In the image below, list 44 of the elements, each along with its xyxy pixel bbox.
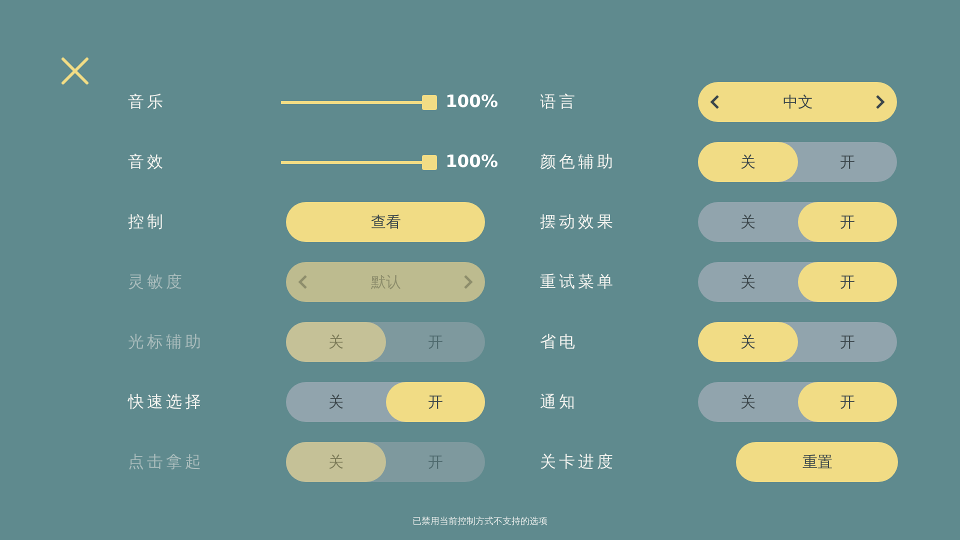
- volume-slider[interactable]: [281, 93, 438, 111]
- volume-slider[interactable]: [281, 153, 438, 171]
- volume-reading: 100%: [445, 152, 498, 172]
- setting-label: 摆动效果: [540, 212, 617, 232]
- setting-label: 音乐: [128, 92, 167, 112]
- off-option[interactable]: 关: [698, 262, 798, 302]
- on-option[interactable]: 开: [798, 262, 898, 302]
- setting-label: 光标辅助: [128, 332, 205, 352]
- option-selector[interactable]: 中文: [698, 82, 898, 122]
- on-off-toggle[interactable]: 关 开: [286, 382, 486, 422]
- left-chevron-icon[interactable]: [710, 94, 720, 110]
- setting-label: 灵敏度: [128, 272, 186, 292]
- footer-note: 已禁用当前控制方式不支持的选项: [412, 516, 548, 529]
- off-option[interactable]: 关: [698, 202, 798, 242]
- setting-label: 通知: [540, 392, 579, 412]
- setting-label: 音效: [128, 152, 167, 172]
- setting-label: 快速选择: [128, 392, 205, 412]
- on-off-toggle[interactable]: 关 开: [698, 322, 898, 362]
- selector-value: 中文: [782, 92, 813, 112]
- setting-label: 颜色辅助: [540, 152, 617, 172]
- off-option[interactable]: 关: [286, 382, 386, 422]
- volume-reading: 100%: [445, 92, 498, 112]
- off-option[interactable]: 关: [698, 142, 798, 182]
- on-off-toggle[interactable]: 关 开: [698, 142, 898, 182]
- setting-label: 省电: [540, 332, 579, 352]
- setting-label: 重试菜单: [540, 272, 617, 292]
- setting-label: 点击拿起: [128, 452, 205, 472]
- on-option[interactable]: 开: [386, 382, 486, 422]
- setting-label: 控制: [128, 212, 167, 232]
- on-option[interactable]: 开: [798, 382, 898, 422]
- on-off-toggle[interactable]: 关 开: [698, 262, 898, 302]
- on-option[interactable]: 开: [798, 322, 898, 362]
- setting-label: 语言: [540, 92, 579, 112]
- on-option[interactable]: 开: [798, 202, 898, 242]
- action-button[interactable]: 查看: [286, 202, 486, 242]
- on-option[interactable]: 开: [798, 142, 898, 182]
- off-option[interactable]: 关: [698, 322, 798, 362]
- close-icon[interactable]: [61, 57, 89, 85]
- on-off-toggle[interactable]: 关 开: [698, 202, 898, 242]
- on-off-toggle[interactable]: 关 开: [698, 382, 898, 422]
- off-option[interactable]: 关: [698, 382, 798, 422]
- setting-label: 关卡进度: [540, 452, 617, 472]
- right-chevron-icon[interactable]: [875, 94, 886, 110]
- action-button[interactable]: 重置: [736, 442, 898, 482]
